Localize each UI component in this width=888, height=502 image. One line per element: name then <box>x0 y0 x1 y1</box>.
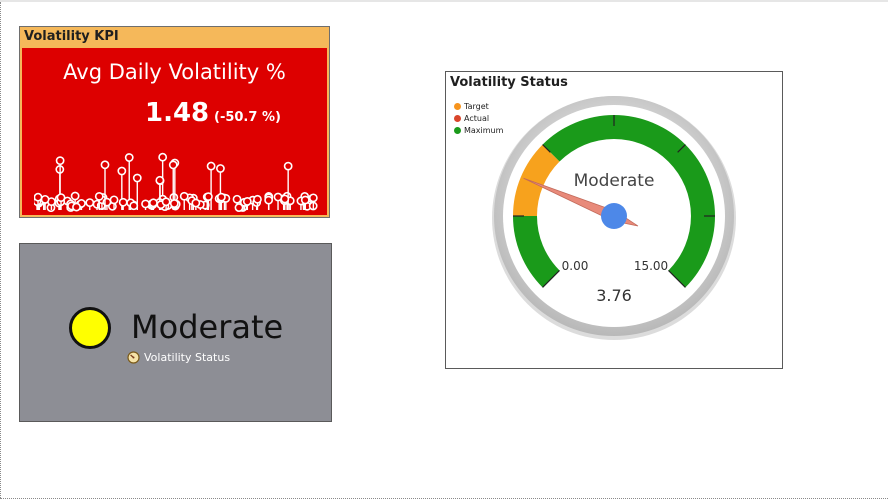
gauge-icon <box>127 351 140 364</box>
sparkline-marker <box>203 192 213 202</box>
kpi-card-body: Avg Daily Volatility % 1.48 (-50.7 %) <box>22 48 327 215</box>
kpi-metric-title: Avg Daily Volatility % <box>63 60 286 84</box>
kpi-delta: (-50.7 %) <box>214 110 281 125</box>
gauge-state-label: Moderate <box>574 171 655 191</box>
volatility-gauge: Moderate 0.00 15.00 3.76 <box>492 96 736 340</box>
sparkline-marker <box>118 197 128 207</box>
sparkline-marker <box>109 195 119 205</box>
gauge-hub <box>601 203 627 229</box>
sparkline-marker <box>56 193 66 203</box>
sparkline-marker <box>141 199 150 209</box>
sparkline-marker <box>179 191 189 201</box>
sparkline-marker <box>206 161 216 171</box>
sparkline-marker <box>55 156 65 166</box>
sparkline-marker <box>308 193 318 203</box>
status-indicator-circle <box>69 307 111 349</box>
sparkline-marker <box>100 160 110 170</box>
kpi-card-title: Volatility KPI <box>24 29 119 44</box>
sparkline-marker <box>129 201 139 211</box>
sparkline-marker <box>300 195 310 205</box>
sparkline-marker <box>191 198 201 208</box>
sparkline-marker <box>242 196 252 206</box>
sparkline-marker <box>264 195 274 205</box>
sparkline-marker <box>232 194 242 204</box>
canvas-left-border <box>0 2 1 498</box>
volatility-status-card[interactable]: Moderate Volatility Status <box>19 243 332 422</box>
sparkline-marker <box>132 173 142 183</box>
sparkline-marker <box>72 202 81 212</box>
sparkline-marker <box>34 192 43 202</box>
sparkline-marker <box>216 192 226 202</box>
sparkline-marker <box>117 166 127 176</box>
sparkline-marker <box>70 191 80 201</box>
sparkline-marker <box>169 199 179 208</box>
sparkline-marker <box>168 160 178 170</box>
sparkline-marker <box>280 194 290 204</box>
kpi-value: 1.48 <box>145 98 210 128</box>
canvas-bottom-border <box>0 498 888 499</box>
gauge-min-label: 0.00 <box>562 259 589 273</box>
gauge-value-label: 3.76 <box>596 286 632 305</box>
sparkline-marker <box>94 191 104 201</box>
status-label: Moderate <box>131 308 284 346</box>
sparkline-marker <box>124 153 134 162</box>
sparkline-marker <box>283 161 293 171</box>
gauge-max-label: 15.00 <box>634 259 668 273</box>
status-subtitle-text: Volatility Status <box>144 351 231 364</box>
volatility-kpi-card[interactable]: Volatility KPI Avg Daily Volatility % 1.… <box>19 26 330 218</box>
volatility-gauge-card[interactable]: Volatility Status Target Actual Maximum … <box>445 71 783 369</box>
sparkline-marker <box>216 164 225 173</box>
sparkline-marker <box>85 198 95 208</box>
sparkline-marker <box>148 198 158 208</box>
canvas-top-border <box>0 0 888 2</box>
sparkline-marker <box>40 194 50 204</box>
sparkline-marker <box>253 194 262 204</box>
status-subtitle: Volatility Status <box>127 351 230 364</box>
sparkline-marker <box>155 175 165 185</box>
volatility-sparkline <box>34 152 318 212</box>
sparkline-marker <box>161 197 171 207</box>
sparkline-marker <box>158 152 168 162</box>
